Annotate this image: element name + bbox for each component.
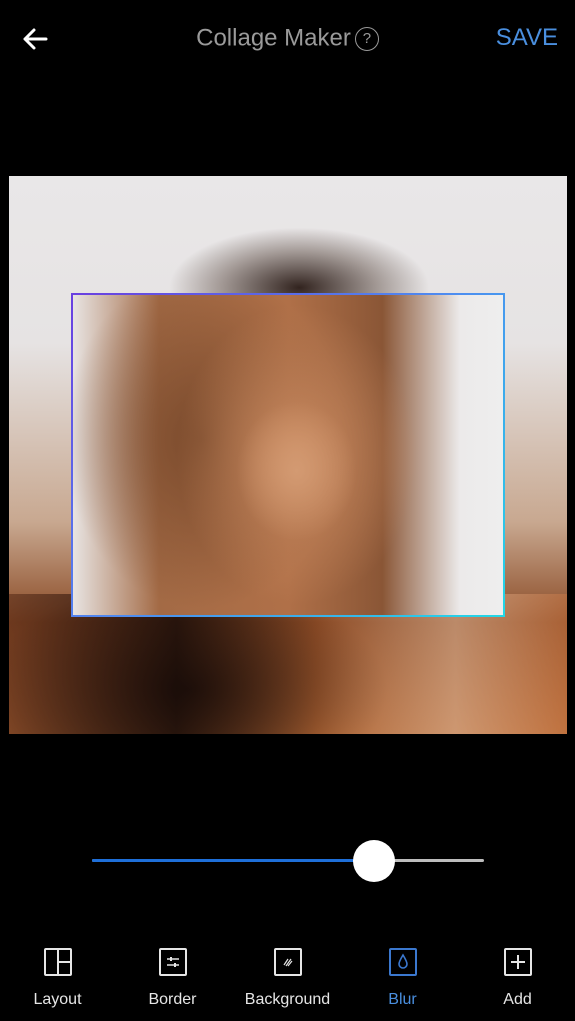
layout-grid-icon — [43, 948, 72, 976]
tool-label: Border — [148, 991, 197, 1008]
sliders-icon — [158, 948, 187, 976]
slider-fill — [92, 859, 375, 862]
blur-slider[interactable] — [92, 840, 484, 882]
photo-frame[interactable] — [71, 293, 505, 617]
tool-label: Background — [244, 991, 331, 1008]
save-button[interactable]: SAVE — [496, 24, 558, 52]
tool-blur[interactable]: Blur — [345, 945, 460, 1021]
pattern-icon — [273, 948, 302, 976]
slider-thumb[interactable] — [353, 840, 396, 882]
tool-add[interactable]: Add — [460, 945, 575, 1021]
tool-label: Blur — [388, 991, 417, 1008]
plus-square-icon — [503, 948, 532, 976]
portrait-photo — [73, 295, 503, 615]
question-circle-icon[interactable]: ? — [354, 26, 379, 51]
page-title-text: Collage Maker — [196, 24, 351, 52]
tool-border[interactable]: Border — [115, 945, 230, 1021]
tool-layout[interactable]: Layout — [0, 945, 115, 1021]
page-title: Collage Maker? — [0, 24, 575, 53]
tool-label: Layout — [33, 991, 82, 1008]
tool-label: Add — [503, 991, 532, 1008]
bottom-toolbar: Layout Border Background Blur Add — [0, 945, 575, 1021]
droplet-icon — [388, 948, 417, 976]
collage-canvas[interactable] — [9, 176, 567, 734]
tool-background[interactable]: Background — [230, 945, 345, 1021]
top-bar: Collage Maker? SAVE — [0, 0, 575, 80]
